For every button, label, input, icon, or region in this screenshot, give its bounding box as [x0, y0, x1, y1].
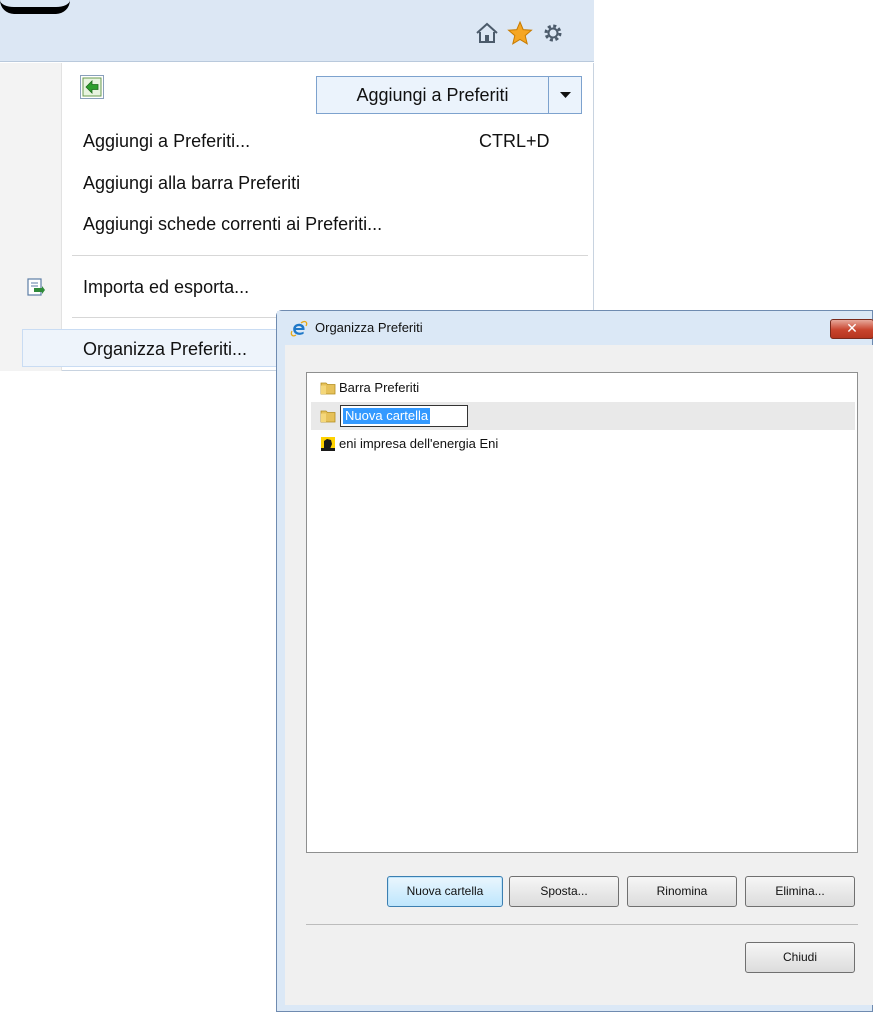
move-button[interactable]: Sposta... [509, 876, 619, 907]
folder-icon [320, 410, 336, 423]
add-to-favorites-button[interactable]: Aggiungi a Preferiti [317, 77, 549, 113]
add-to-favorites-dropdown[interactable] [550, 77, 581, 113]
rename-selected-text: Nuova cartella [343, 408, 431, 424]
list-item-new-folder[interactable]: Nuova cartella [311, 402, 855, 430]
home-icon[interactable] [474, 20, 500, 46]
add-to-favorites-split-button: Aggiungi a Preferiti [316, 76, 582, 114]
chevron-down-icon [560, 92, 571, 98]
close-button[interactable]: ✕ [830, 319, 873, 339]
close-dialog-button[interactable]: Chiudi [745, 942, 855, 973]
eni-favicon-icon [321, 437, 335, 451]
menu-item-organize-favorites[interactable]: Organizza Preferiti... [83, 334, 247, 364]
green-arrow-left-icon [82, 77, 102, 97]
menu-item-add-to-favorites-bar[interactable]: Aggiungi alla barra Preferiti [83, 168, 300, 198]
list-item-label: eni impresa dell'energia Eni [339, 436, 499, 451]
list-item-label: Barra Preferiti [339, 380, 420, 395]
organize-favorites-dialog: Organizza Preferiti ✕ Barra Preferiti Nu… [276, 310, 873, 1012]
delete-button[interactable]: Elimina... [745, 876, 855, 907]
new-folder-button[interactable]: Nuova cartella [387, 876, 503, 907]
screenshot-stage: Aggiungi a Preferiti Aggiungi a Preferit… [0, 0, 873, 1012]
menu-item-add-current-tabs[interactable]: Aggiungi schede correnti ai Preferiti... [83, 209, 382, 239]
star-icon[interactable] [507, 20, 533, 46]
list-item-eni[interactable]: eni impresa dell'energia Eni [311, 430, 855, 458]
menu-separator [72, 255, 588, 256]
dialog-separator [306, 924, 858, 925]
dialog-client-area: Barra Preferiti Nuova cartella eni impre… [285, 345, 873, 1005]
list-item-favorites-bar[interactable]: Barra Preferiti [311, 374, 855, 402]
shortcut-ctrl-d: CTRL+D [479, 131, 550, 151]
gear-icon[interactable] [540, 20, 566, 46]
menu-icon-gutter [0, 63, 62, 371]
browser-command-bar [0, 0, 594, 62]
decorative-swirl [0, 0, 70, 14]
back-button[interactable] [80, 75, 104, 99]
close-icon: ✕ [846, 320, 858, 336]
favorites-list[interactable]: Barra Preferiti Nuova cartella eni impre… [306, 372, 858, 853]
ie-logo-icon [290, 320, 308, 337]
menu-item-add-to-favorites[interactable]: Aggiungi a Preferiti... [83, 126, 250, 156]
rename-button[interactable]: Rinomina [627, 876, 737, 907]
dialog-title-bar[interactable]: Organizza Preferiti ✕ [277, 311, 873, 345]
menu-item-import-export[interactable]: Importa ed esporta... [83, 272, 249, 302]
rename-input[interactable]: Nuova cartella [340, 405, 468, 427]
dialog-title: Organizza Preferiti [315, 320, 423, 335]
folder-icon [320, 382, 336, 395]
import-export-icon [27, 278, 45, 296]
